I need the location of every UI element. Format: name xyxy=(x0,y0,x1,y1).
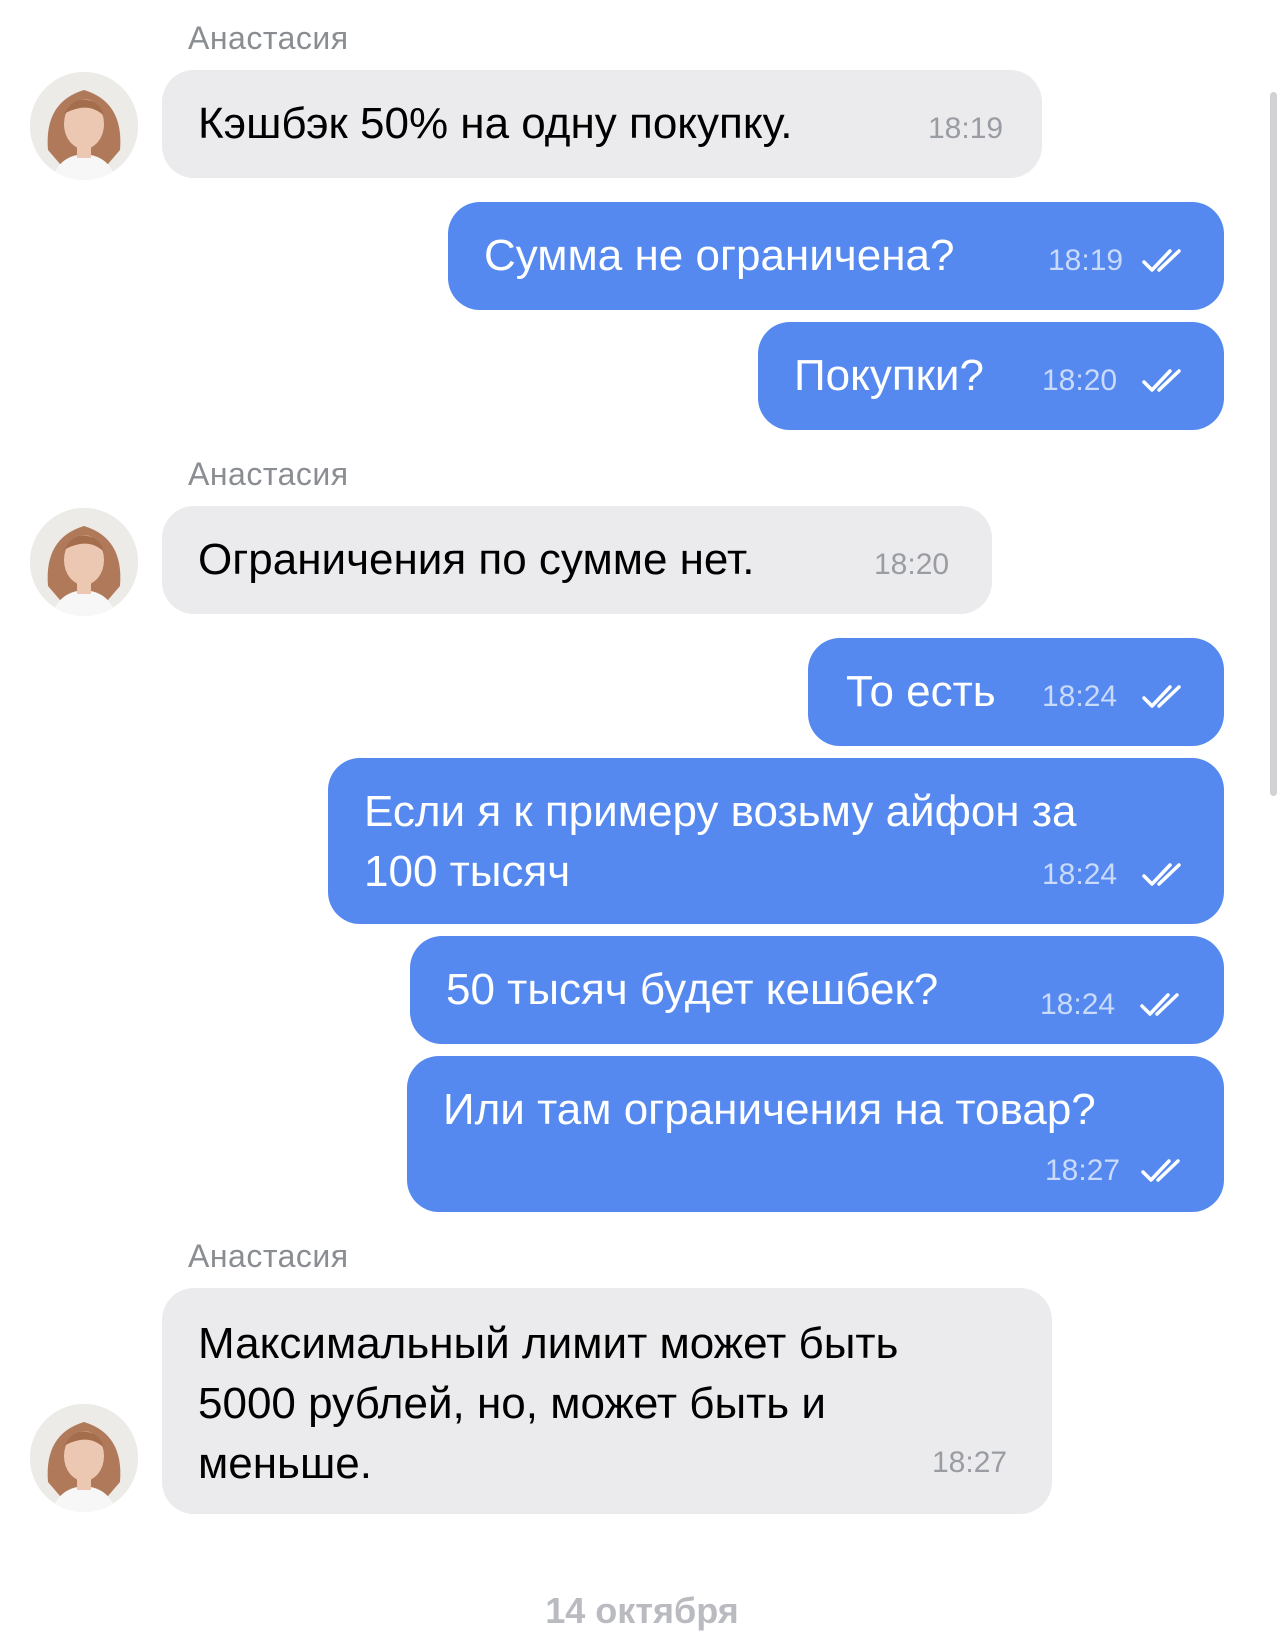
avatar-image xyxy=(30,1404,138,1512)
message-text: Ограничения по сумме нет. xyxy=(198,535,755,584)
chat-history[interactable]: Анастасия Кэшбэк 50% на одну покупку. 18… xyxy=(0,0,1284,1631)
message-text: То есть xyxy=(846,667,996,716)
avatar-image xyxy=(30,508,138,616)
message-text: Сумма не ограничена? xyxy=(484,231,955,280)
sender-name: Анастасия xyxy=(188,1238,349,1274)
message-bubble-outgoing[interactable]: Если я к примеру возьму айфон за 100 тыс… xyxy=(328,758,1224,924)
message-text: 50 тысяч будет кешбек? xyxy=(446,965,939,1014)
message-bubble-outgoing[interactable]: То есть 18:24 xyxy=(808,638,1224,746)
message-text: Или там ограничения на товар? xyxy=(443,1085,1096,1134)
message-bubble-outgoing[interactable]: 50 тысяч будет кешбек? 18:24 xyxy=(410,936,1224,1044)
double-check-icon xyxy=(1142,249,1181,272)
message-text-line: Если я к примеру возьму айфон за xyxy=(364,787,1077,836)
double-check-icon xyxy=(1140,993,1179,1016)
message-time: 18:24 xyxy=(1042,858,1118,891)
double-check-icon xyxy=(1142,369,1181,392)
message-time: 18:20 xyxy=(1042,364,1118,397)
message-bubble-incoming[interactable]: Максимальный лимит может быть 5000 рубле… xyxy=(162,1288,1052,1514)
contact-avatar[interactable] xyxy=(30,72,138,180)
message-time: 18:24 xyxy=(1042,680,1118,713)
message-text: Покупки? xyxy=(794,351,984,400)
scrollbar[interactable] xyxy=(1270,92,1277,796)
message-bubble-outgoing[interactable]: Покупки? 18:20 xyxy=(758,322,1224,430)
message-bubble-outgoing[interactable]: Или там ограничения на товар? 18:27 xyxy=(407,1056,1224,1212)
message-text-line: 5000 рублей, но, может быть и xyxy=(198,1379,826,1428)
message-bubble-incoming[interactable]: Ограничения по сумме нет. 18:20 xyxy=(162,506,992,614)
message-text-line: меньше. xyxy=(198,1439,372,1488)
contact-avatar[interactable] xyxy=(30,1404,138,1512)
double-check-icon xyxy=(1141,1159,1180,1182)
double-check-icon xyxy=(1142,863,1181,886)
message-bubble-incoming[interactable]: Кэшбэк 50% на одну покупку. 18:19 xyxy=(162,70,1042,178)
message-time: 18:19 xyxy=(1048,244,1124,277)
avatar-image xyxy=(30,72,138,180)
message-time: 18:20 xyxy=(874,548,950,581)
date-separator: 14 октября xyxy=(545,1590,739,1631)
message-time: 18:19 xyxy=(928,112,1004,145)
message-time: 18:27 xyxy=(932,1446,1008,1479)
message-text-line: Максимальный лимит может быть xyxy=(198,1319,899,1368)
message-time: 18:27 xyxy=(1045,1154,1121,1187)
message-text: Кэшбэк 50% на одну покупку. xyxy=(198,99,793,148)
message-bubble-outgoing[interactable]: Сумма не ограничена? 18:19 xyxy=(448,202,1224,310)
contact-avatar[interactable] xyxy=(30,508,138,616)
message-text-line: 100 тысяч xyxy=(364,847,571,896)
sender-name: Анастасия xyxy=(188,20,349,56)
message-time: 18:24 xyxy=(1040,988,1116,1021)
double-check-icon xyxy=(1142,685,1181,708)
sender-name: Анастасия xyxy=(188,456,349,492)
